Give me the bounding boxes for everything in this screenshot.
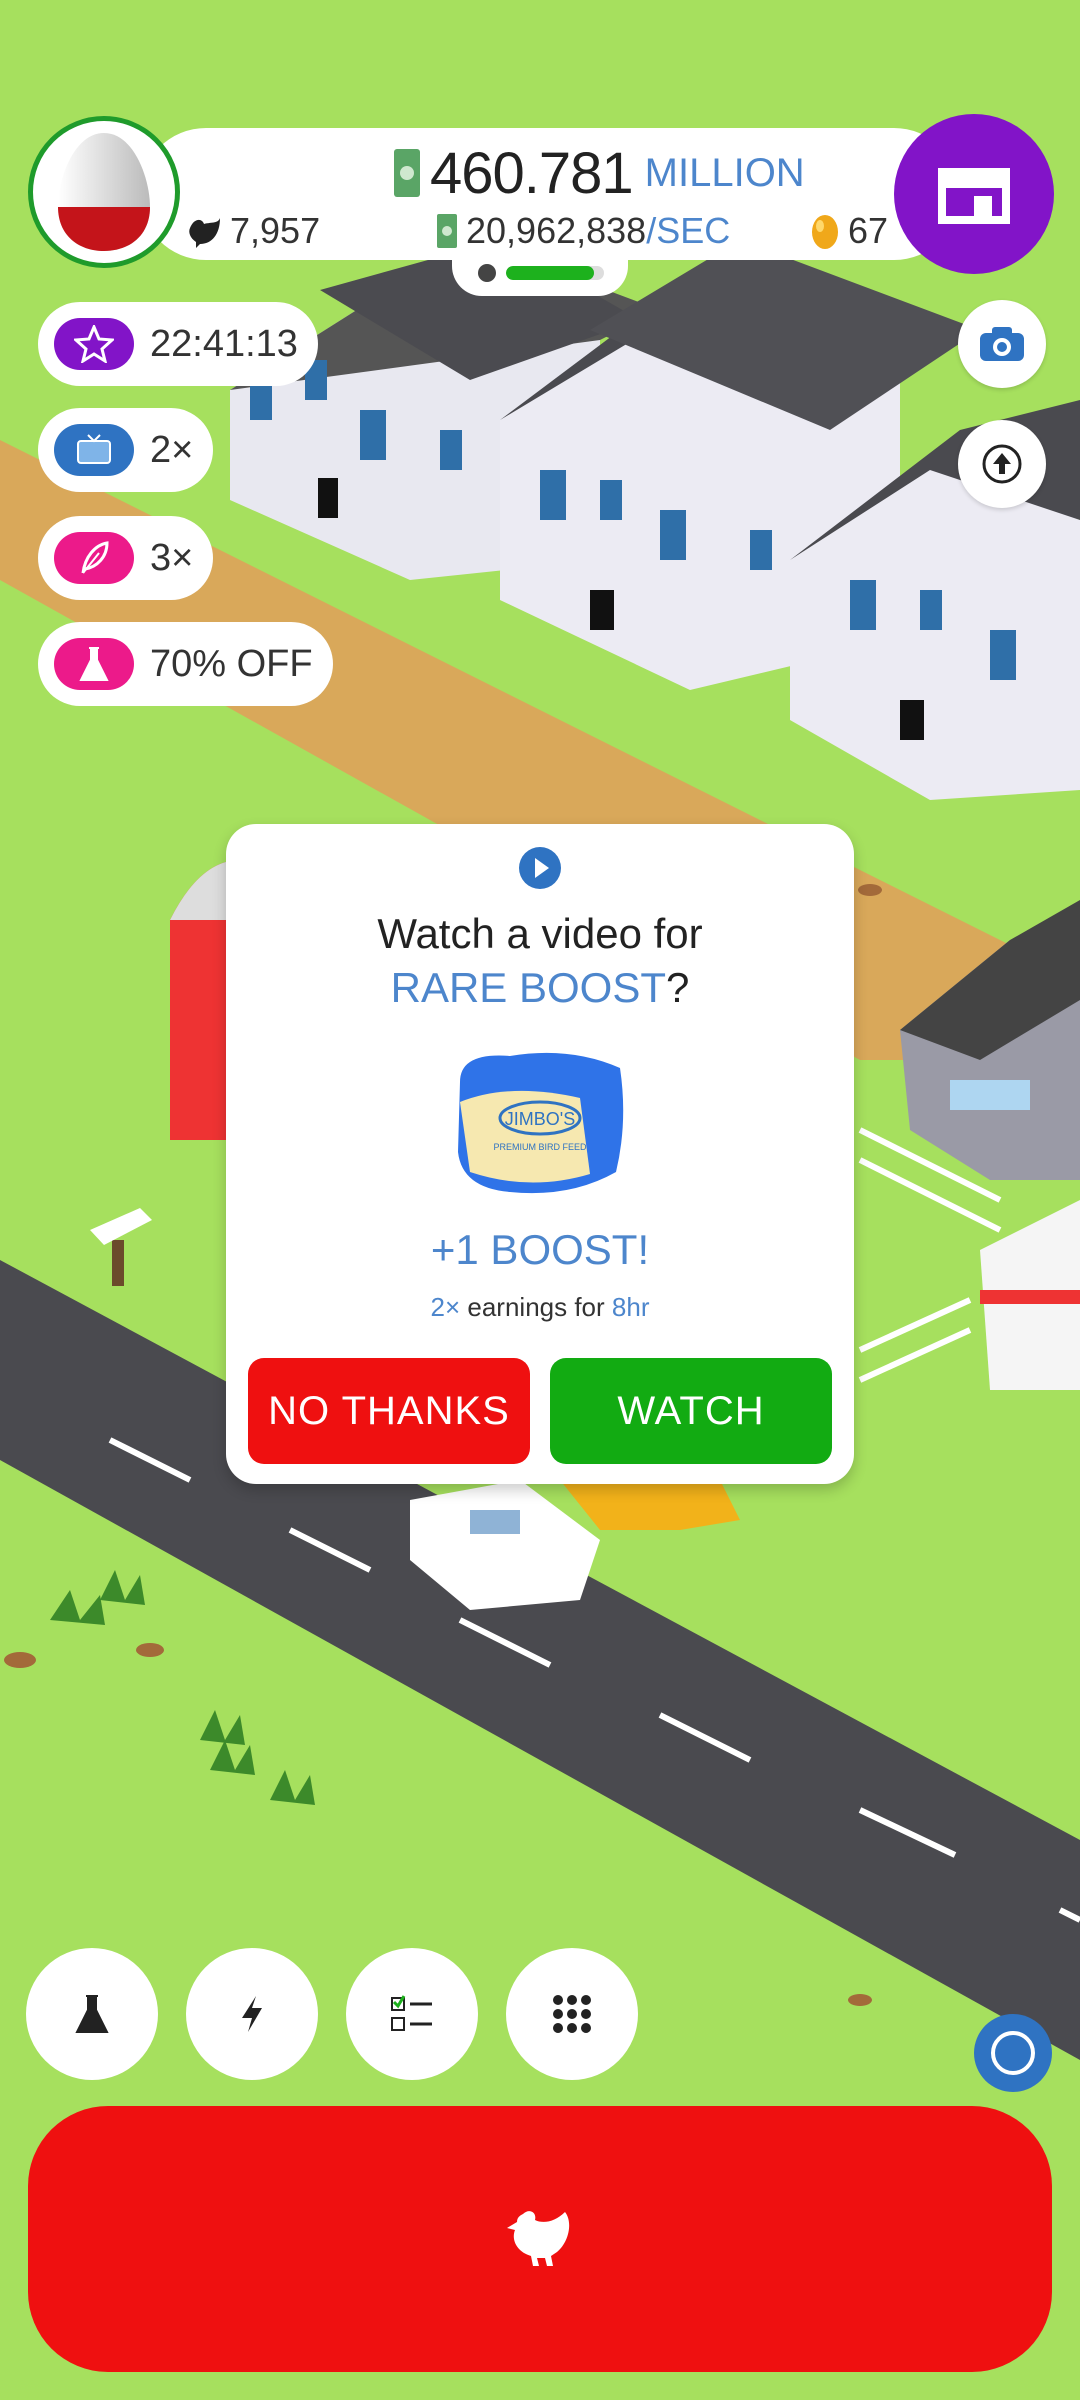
golden-egg-count: 67 xyxy=(848,210,889,251)
golden-egg-icon xyxy=(812,215,838,249)
dialog-line1: Watch a video for xyxy=(377,910,703,957)
missions-button[interactable] xyxy=(346,1948,478,2080)
chick-icon xyxy=(478,264,496,282)
chicken-count: 7,957 xyxy=(186,206,320,256)
camera-icon xyxy=(980,327,1024,361)
checklist-icon xyxy=(391,1995,432,2031)
research-discount-pill[interactable]: 70% OFF xyxy=(38,622,333,706)
rare-boost-dialog: Watch a video for RARE BOOST? JIMBO'S PR… xyxy=(226,824,854,1484)
circle-icon xyxy=(991,2031,1035,2075)
golden-eggs: 67 xyxy=(810,206,888,256)
money-amount: 460.781 xyxy=(430,140,634,206)
video-icon xyxy=(54,424,134,476)
money-unit: MILLION xyxy=(644,150,805,195)
play-icon xyxy=(519,847,561,889)
hatch-chicken-button[interactable] xyxy=(28,2106,1052,2372)
flask-icon xyxy=(75,1995,109,2033)
feather-boost-pill[interactable]: 3× xyxy=(38,516,214,600)
cash-icon xyxy=(437,214,457,248)
research-discount-label: 70% OFF xyxy=(150,642,313,685)
video-boost-pill[interactable]: 2× xyxy=(38,408,214,492)
chicken-count-value: 7,957 xyxy=(230,210,321,251)
feather-boost-label: 3× xyxy=(150,536,194,579)
boost-timer-label: 22:41:13 xyxy=(150,322,298,365)
progress-bar xyxy=(506,266,604,280)
rate-unit: /SEC xyxy=(646,210,731,251)
earnings-text: 2× earnings for 8hr xyxy=(226,1292,854,1323)
dialog-question-mark: ? xyxy=(666,964,690,1011)
research-button[interactable] xyxy=(26,1948,158,2080)
feed-bag-icon: JIMBO'S PREMIUM BIRD FEED xyxy=(458,1052,624,1194)
income-rate: 20,962,838 /SEC xyxy=(436,206,730,256)
video-boost-label: 2× xyxy=(150,428,194,471)
feed-subtitle: PREMIUM BIRD FEED xyxy=(493,1142,587,1152)
progress-tab xyxy=(452,250,628,296)
dialog-line2: RARE BOOST? xyxy=(226,964,854,1012)
menu-button[interactable] xyxy=(506,1948,638,2080)
shop-button[interactable] xyxy=(894,114,1054,274)
rate-value: 20,962,838 xyxy=(466,210,647,251)
progress-fill xyxy=(506,266,595,280)
assistant-button[interactable] xyxy=(974,2014,1052,2092)
grid-icon xyxy=(553,1995,591,2033)
earnings-duration: 8hr xyxy=(611,1292,650,1322)
feed-brand: JIMBO'S xyxy=(505,1109,575,1129)
arrow-up-circle-icon xyxy=(982,444,1022,484)
upload-button[interactable] xyxy=(958,420,1046,508)
boost-text: +1 BOOST! xyxy=(430,1226,650,1273)
boost-timer-pill[interactable]: 22:41:13 xyxy=(38,302,318,386)
lightning-icon xyxy=(242,1996,262,2032)
egg-icon xyxy=(58,133,150,251)
store-icon xyxy=(938,168,1010,224)
boosts-button[interactable] xyxy=(186,1948,318,2080)
cash-icon xyxy=(394,149,420,197)
feather-icon xyxy=(54,532,134,584)
money-row: 460.781 MILLION xyxy=(392,138,805,208)
rare-boost-highlight: RARE BOOST xyxy=(390,964,667,1011)
star-icon xyxy=(54,318,134,370)
earnings-mid: earnings for xyxy=(460,1292,612,1322)
earnings-multiplier: 2× xyxy=(430,1292,461,1322)
camera-button[interactable] xyxy=(958,300,1046,388)
no-thanks-button[interactable]: NO THANKS xyxy=(248,1358,530,1464)
flask-icon xyxy=(54,638,134,690)
chicken-icon xyxy=(189,218,220,248)
egg-avatar[interactable] xyxy=(28,116,180,268)
watch-button[interactable]: WATCH xyxy=(550,1358,832,1464)
chicken-icon xyxy=(507,2211,570,2266)
